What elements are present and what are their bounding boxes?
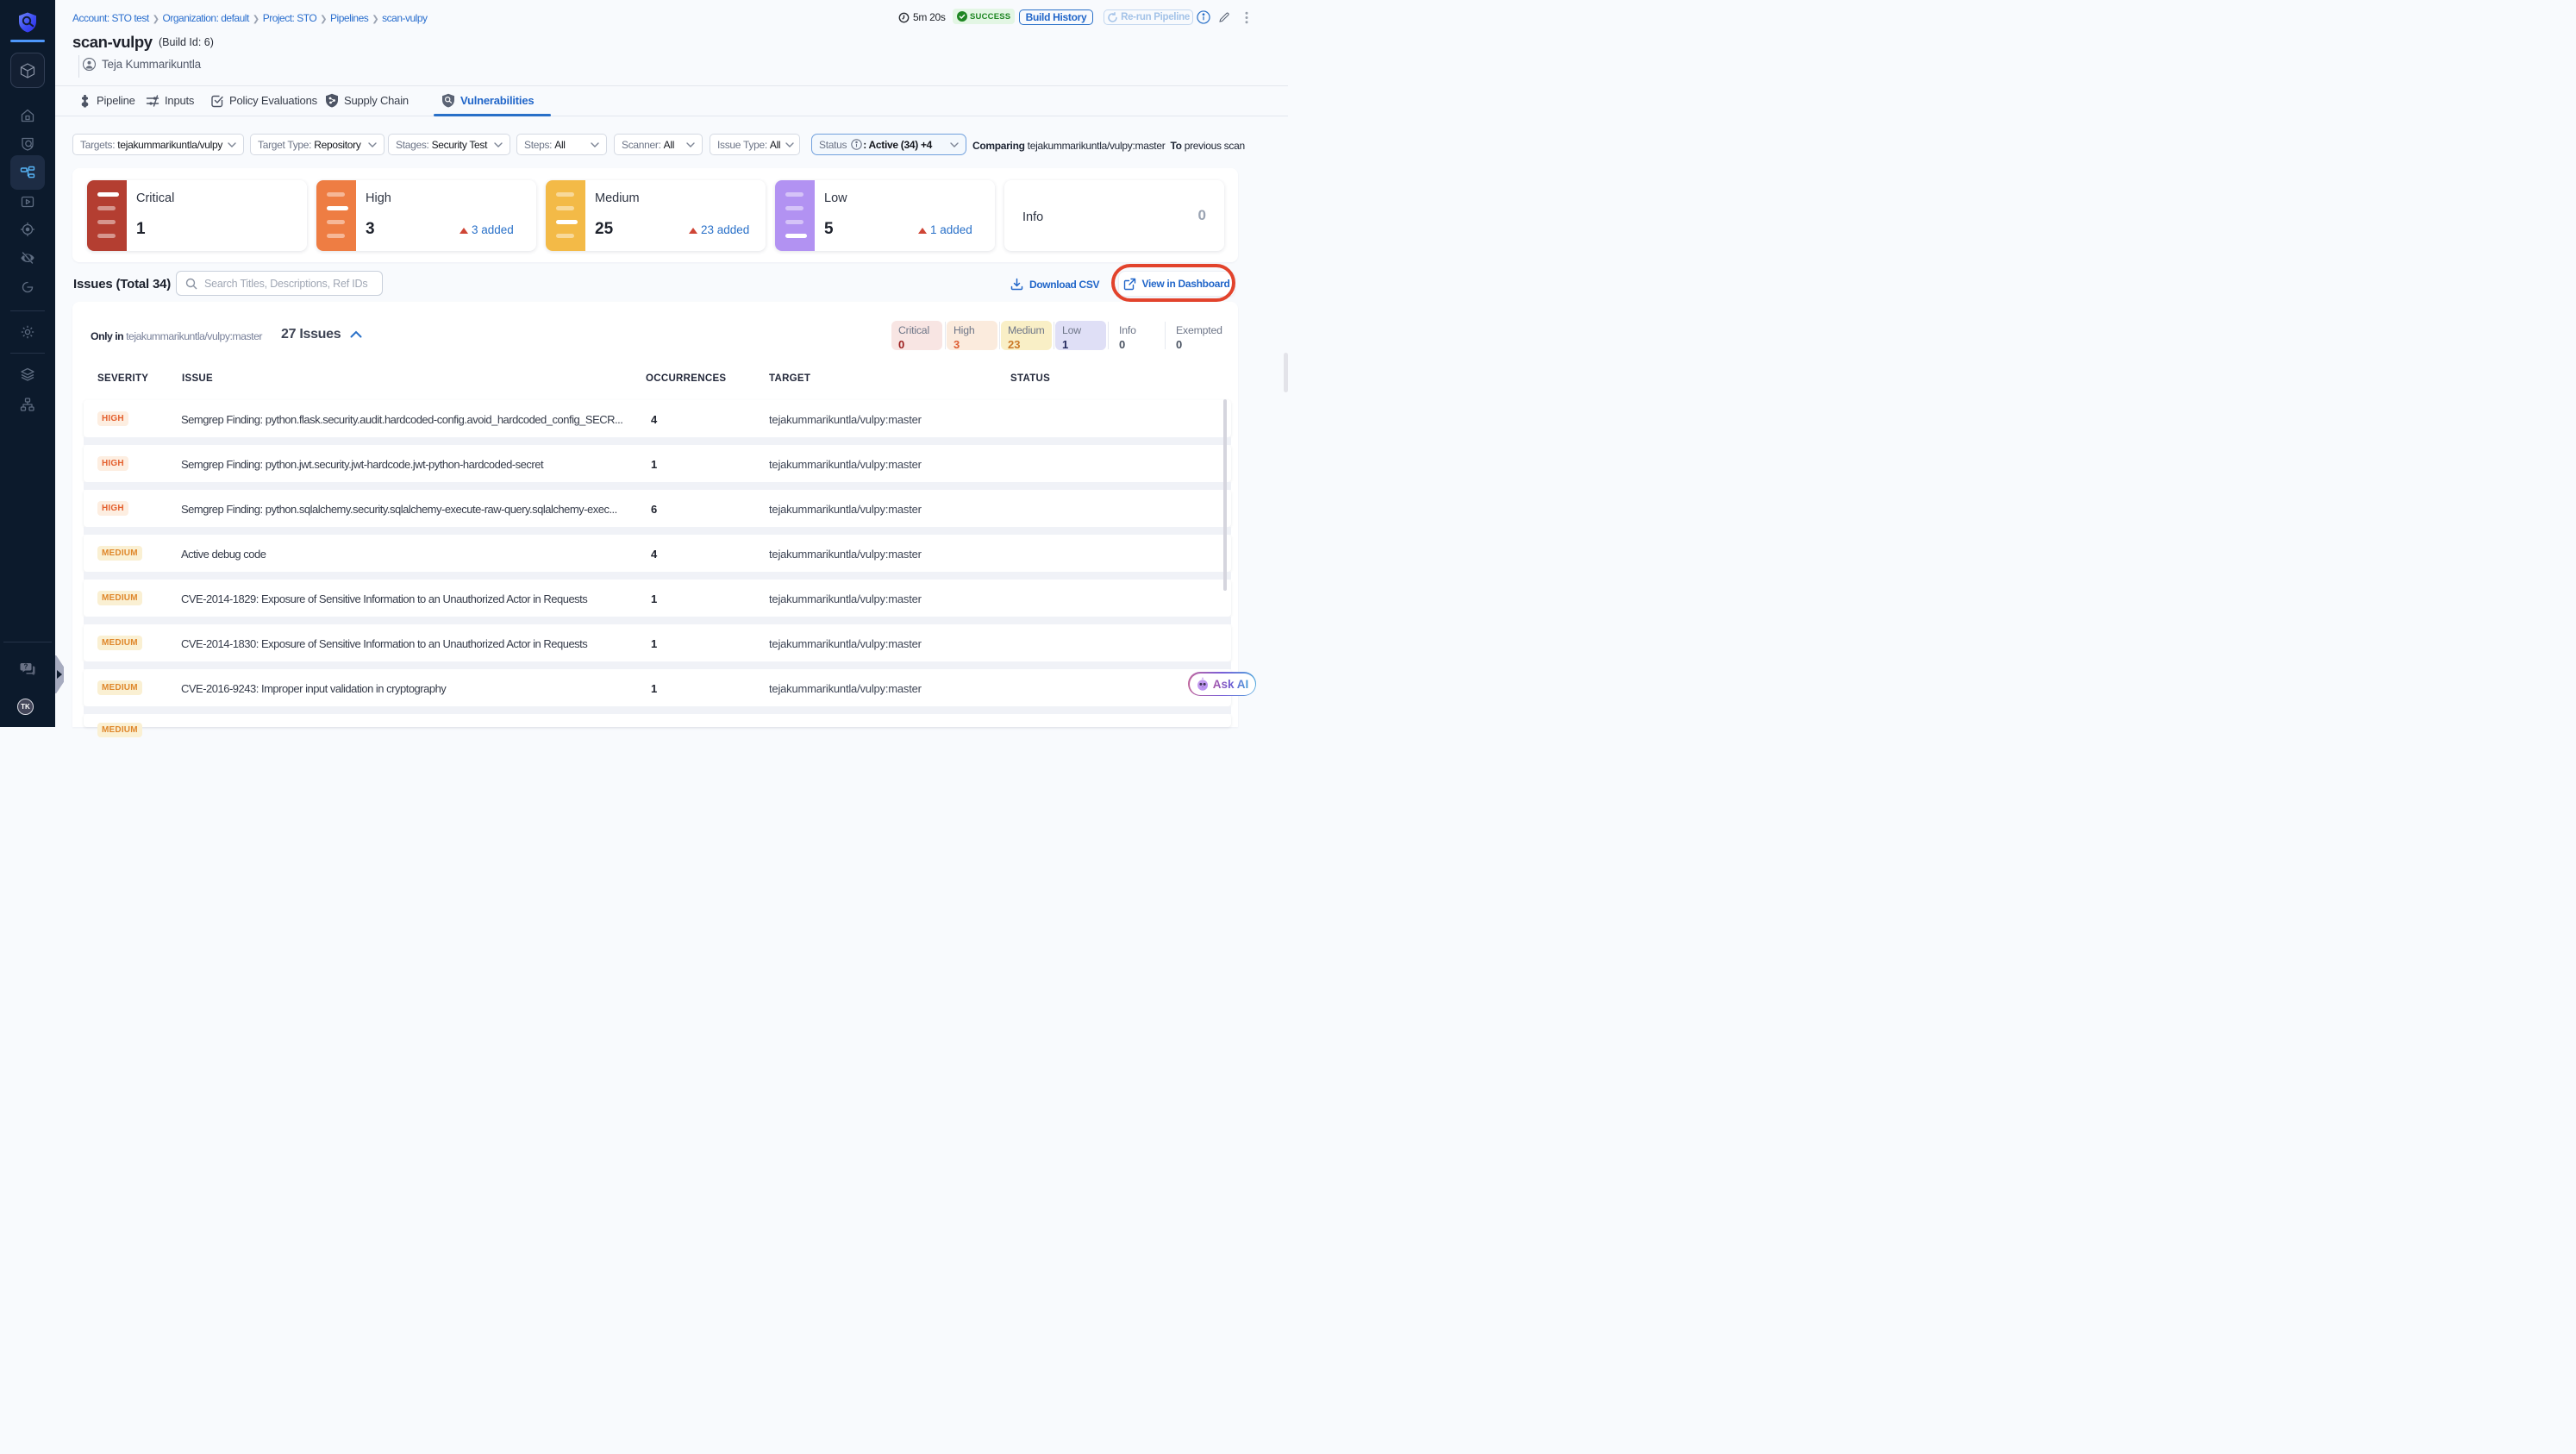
svg-text:?: ?: [24, 663, 28, 671]
